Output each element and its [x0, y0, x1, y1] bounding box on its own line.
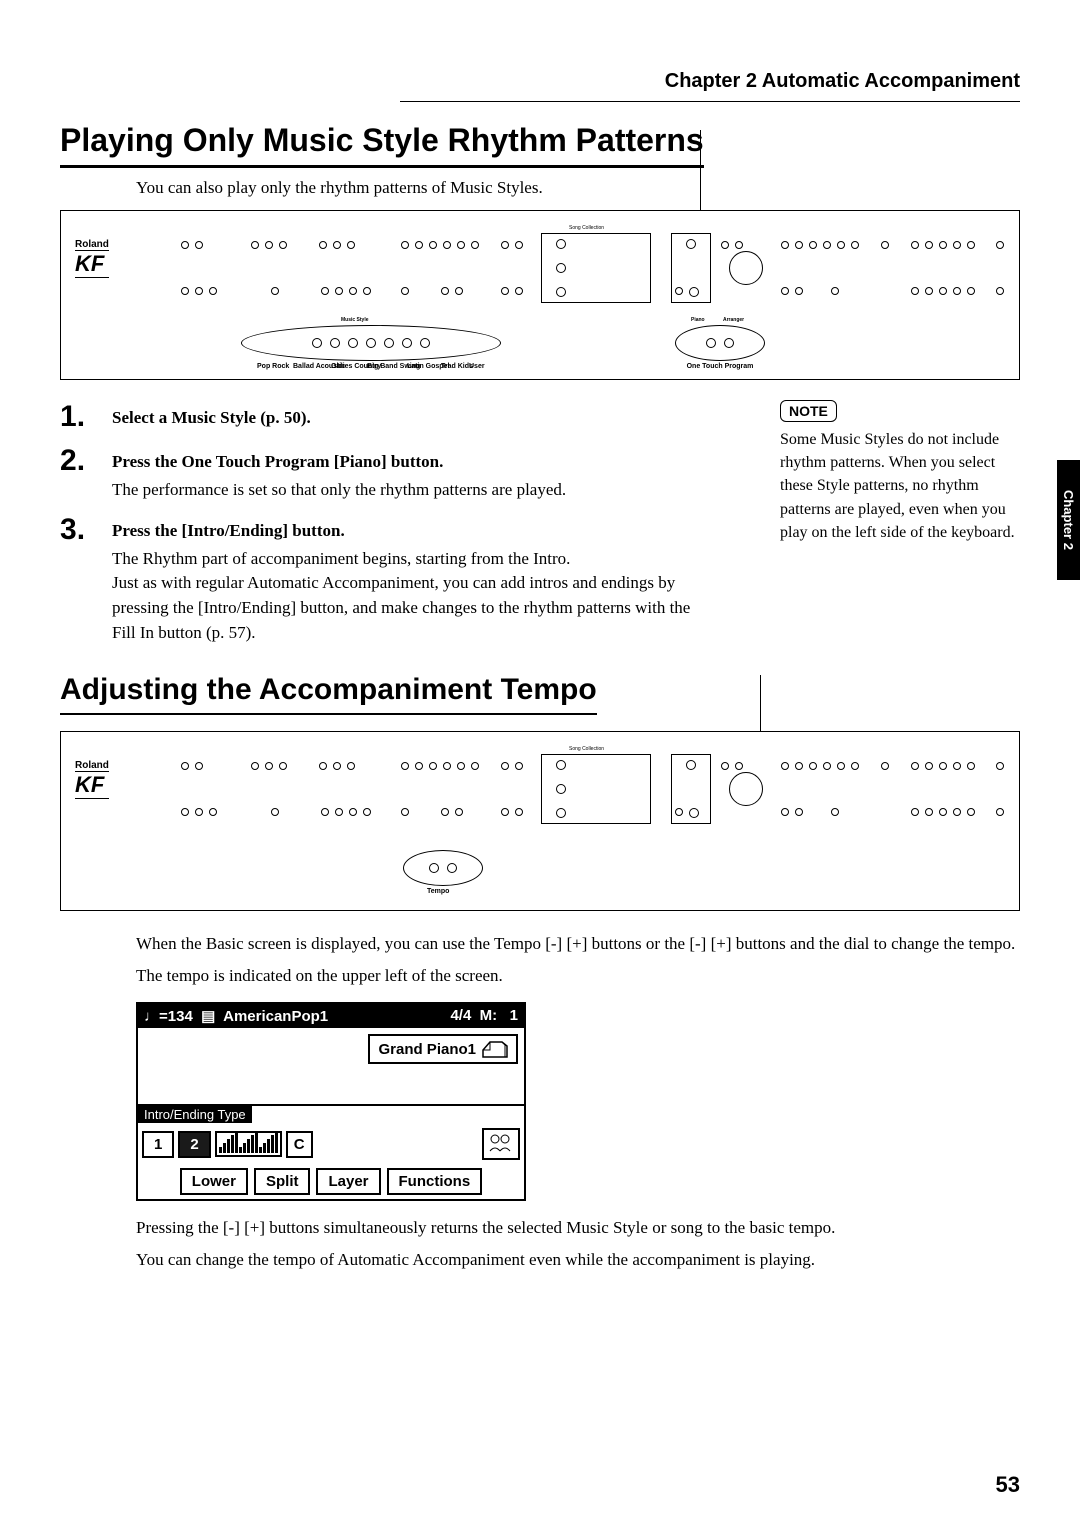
- step-1: 1 Select a Music Style (p. 50).: [60, 400, 700, 434]
- lcd-style-name: AmericanPop1: [223, 1008, 328, 1025]
- lcd-split: Split: [254, 1168, 311, 1195]
- keyboard-panel-figure-2: Roland KF Song Collection Tempo: [60, 731, 1020, 911]
- style-btn-pop: Pop Rock: [257, 363, 289, 370]
- brand-logo: Roland KF: [75, 239, 109, 278]
- lcd-level-bars: [215, 1131, 282, 1157]
- disk-icon: ▤: [197, 1008, 220, 1025]
- music-style-group-label: Music Style: [341, 317, 369, 323]
- lcd-functions: Functions: [387, 1168, 483, 1195]
- step-3-text: The Rhythm part of accompaniment begins,…: [112, 547, 700, 646]
- lcd-measure-label: M:: [480, 1007, 498, 1024]
- section2-para4: You can change the tempo of Automatic Ac…: [136, 1247, 1020, 1273]
- song-collection-label: Song Collection: [569, 746, 604, 752]
- style-btn-user: User: [469, 363, 485, 370]
- step-num-1: 1: [60, 400, 112, 434]
- lcd-section-label: Intro/Ending Type: [138, 1106, 252, 1123]
- tone-box: Grand Piano1: [368, 1034, 518, 1064]
- lcd-tempo: ♩=134: [144, 1008, 193, 1025]
- step-3-title: Press the [Intro/Ending] button.: [112, 521, 700, 541]
- lcd-timesig: 4/4: [450, 1007, 471, 1024]
- step-num-3: 3: [60, 513, 112, 646]
- lcd-lower: Lower: [180, 1168, 248, 1195]
- section-title-2: Adjusting the Accompaniment Tempo: [60, 673, 597, 715]
- note-text: Some Music Styles do not include rhythm …: [780, 428, 1020, 544]
- chapter-header: Chapter 2 Automatic Accompaniment: [400, 70, 1020, 102]
- section2-para1: When the Basic screen is displayed, you …: [136, 931, 1020, 957]
- arranger-label: Arranger: [723, 317, 744, 323]
- step-2: 2 Press the One Touch Program [Piano] bu…: [60, 444, 700, 503]
- section2-para3: Pressing the [-] [+] buttons simultaneou…: [136, 1215, 1020, 1241]
- lcd-btn-1: 1: [142, 1131, 174, 1158]
- step-2-title: Press the One Touch Program [Piano] butt…: [112, 452, 566, 472]
- lcd-tone: Grand Piano1: [378, 1041, 476, 1058]
- section1-intro: You can also play only the rhythm patter…: [136, 178, 1020, 198]
- keyboard-panel-figure-1: Roland KF Song Collection Music Style Po…: [60, 210, 1020, 380]
- step-1-title: Select a Music Style (p. 50).: [112, 408, 311, 428]
- piano-icon: [482, 1040, 508, 1058]
- section-title-1: Playing Only Music Style Rhythm Patterns: [60, 122, 704, 168]
- note-label: NOTE: [780, 400, 837, 422]
- divider: [760, 675, 761, 735]
- step-2-text: The performance is set so that only the …: [112, 478, 566, 503]
- song-collection-label: Song Collection: [569, 225, 604, 231]
- lcd-layer: Layer: [316, 1168, 380, 1195]
- step-3: 3 Press the [Intro/Ending] button. The R…: [60, 513, 700, 646]
- lcd-screen-figure: ♩=134 ▤ AmericanPop1 4/4 M: 1 Grand Pian…: [136, 1002, 526, 1201]
- lcd-chord: C: [286, 1131, 313, 1158]
- part-icon: [482, 1128, 520, 1160]
- brand-logo: Roland KF: [75, 760, 109, 799]
- step-num-2: 2: [60, 444, 112, 503]
- page-number: 53: [996, 1472, 1020, 1498]
- lcd-measure: 1: [510, 1007, 518, 1024]
- section2-para2: The tempo is indicated on the upper left…: [136, 963, 1020, 989]
- one-touch-program-label: One Touch Program: [683, 363, 757, 370]
- side-tab: Chapter 2: [1057, 460, 1080, 580]
- lcd-btn-2: 2: [178, 1131, 210, 1158]
- piano-label: Piano: [691, 317, 705, 323]
- tempo-label: Tempo: [427, 888, 449, 895]
